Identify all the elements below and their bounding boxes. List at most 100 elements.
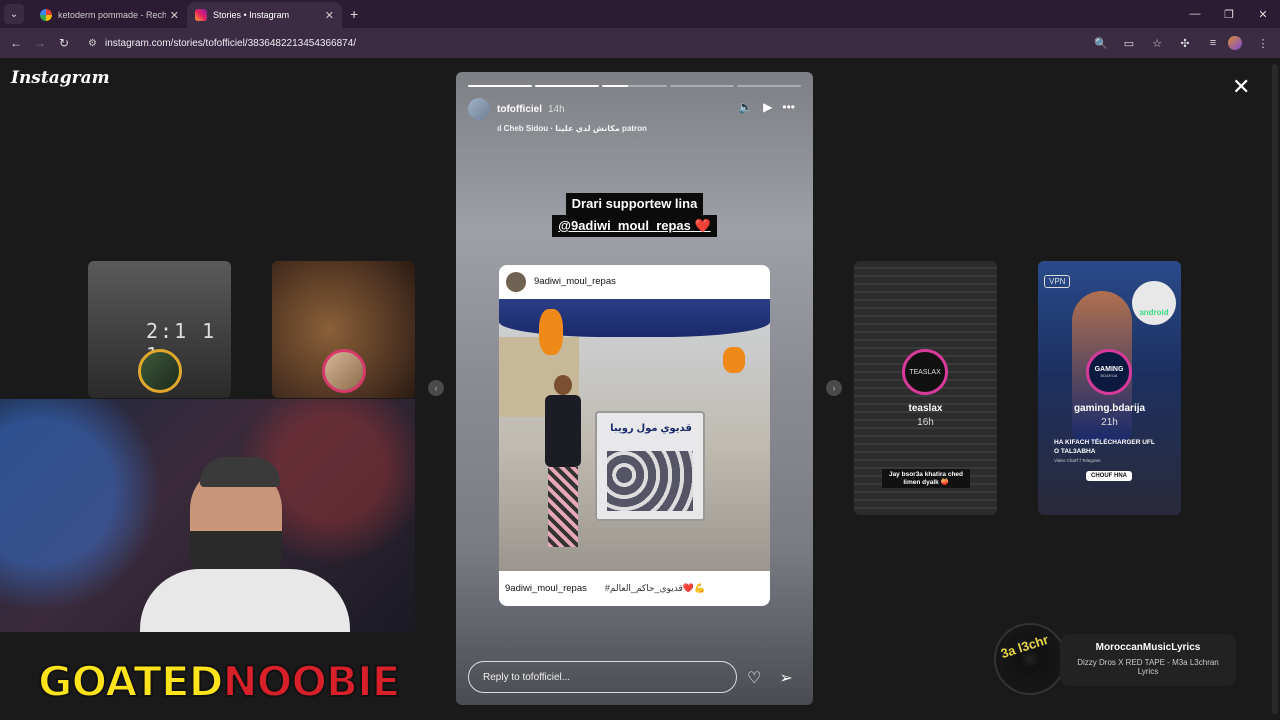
next-story-arrow-icon[interactable]: ›	[826, 380, 842, 396]
person	[545, 375, 581, 565]
close-window-icon[interactable]: ✕	[1246, 8, 1280, 21]
shared-post[interactable]: 9adiwi_moul_repas قديوي مول رويبا 9adiwi…	[499, 265, 770, 606]
now-playing-channel: MoroccanMusicLyrics	[1095, 642, 1201, 653]
minimize-icon[interactable]: —	[1178, 8, 1212, 20]
story-actions: ♡ ➢	[747, 668, 793, 688]
post-footer-username: 9adiwi_moul_repas	[505, 583, 587, 594]
zoom-icon[interactable]: 🔍	[1090, 37, 1112, 50]
chouf-hna-button: CHOUF HNA	[1086, 471, 1132, 481]
story-music[interactable]: ıl Cheb Sidou · مكانش لدي علينا patron	[497, 124, 647, 133]
scrollbar[interactable]	[1272, 64, 1278, 714]
window-controls: — ❐ ✕	[1178, 0, 1280, 28]
cart-plates	[607, 451, 693, 511]
album-disc: 3a l3chr	[994, 623, 1066, 695]
promo-line-3: Video Chat'f f Telegram	[1054, 458, 1101, 463]
tab-title: Stories • Instagram	[213, 10, 290, 20]
story-avatar: TEASLAX	[902, 349, 948, 395]
story-thumbnail-next-2[interactable]: VPN android GAMING BDARIJA gaming.bdarij…	[1038, 261, 1181, 515]
instagram-icon	[195, 9, 207, 21]
new-tab-button[interactable]: +	[350, 6, 358, 22]
post-author-avatar	[506, 271, 526, 292]
sticker-line-1: Drari supportew lina	[565, 193, 704, 215]
streamer-logo: GOATEDNOOBIE	[37, 657, 402, 707]
site-info-icon[interactable]: ⚙	[88, 38, 97, 49]
progress-segment	[468, 85, 533, 87]
media-controls-icon[interactable]: ≡	[1202, 37, 1224, 49]
disc-text: 3a l3chr	[998, 631, 1051, 662]
post-header: 9adiwi_moul_repas	[499, 265, 770, 298]
story-username[interactable]: tofofficiel	[497, 104, 542, 115]
music-bars-icon: ıl	[497, 124, 504, 133]
streamer-webcam	[0, 399, 415, 632]
sticker-mention[interactable]: @9adiwi_moul_repas ❤️	[552, 215, 717, 237]
close-tab-icon[interactable]: ✕	[325, 9, 334, 22]
thumbnail-time: 16h	[917, 417, 934, 428]
story-author-avatar[interactable]	[468, 98, 490, 120]
like-heart-icon[interactable]: ♡	[747, 668, 761, 688]
progress-segment	[535, 85, 600, 87]
progress-segment	[736, 85, 802, 87]
promo-line-2: O TAL3ABHA	[1054, 448, 1096, 455]
toolbar-actions: 🔍 ▭ ☆ ✣ ≡ ⋮	[1084, 28, 1274, 58]
address-bar[interactable]: ⚙ instagram.com/stories/tofofficiel/3836…	[82, 32, 362, 54]
oranges	[723, 347, 745, 373]
now-playing-widget: 3a l3chr MoroccanMusicLyrics Dizzy Dros …	[994, 620, 1240, 695]
active-story[interactable]: tofofficiel 14h ıl Cheb Sidou · مكانش لد…	[456, 72, 813, 705]
share-send-icon[interactable]: ➢	[779, 668, 792, 688]
back-icon[interactable]: ←	[4, 36, 28, 50]
tab-instagram-stories[interactable]: Stories • Instagram ✕	[187, 2, 342, 28]
thumbnail-caption: Jay bsor3a khatira ched limen dyalk 🍑	[882, 469, 970, 488]
now-playing-title: Dizzy Dros X RED TAPE - M3a L3chran Lyri…	[1077, 658, 1219, 676]
close-icon[interactable]: ✕	[1232, 74, 1250, 100]
streamer-logo-part1: GOATED	[37, 657, 224, 707]
progress-segment	[669, 85, 734, 87]
extensions-icon[interactable]: ✣	[1174, 37, 1196, 50]
thumbnail-username: teaslax	[908, 403, 943, 414]
progress-segment-current	[602, 85, 667, 87]
cast-icon[interactable]: ▭	[1118, 37, 1140, 50]
post-footer: 9adiwi_moul_repas #قديوي_حاكم_العالم❤️💪	[499, 571, 770, 606]
reply-input[interactable]: Reply to tofofficiel...	[468, 661, 737, 693]
forward-icon[interactable]: →	[28, 36, 52, 50]
cap	[200, 457, 280, 487]
story-thumbnail-prev-1[interactable]	[272, 261, 415, 398]
streamer-logo-part2: NOOBIE	[222, 657, 402, 707]
story-avatar	[138, 349, 182, 393]
post-caption: #قديوي_حاكم_العالم❤️💪	[604, 583, 706, 593]
shirt	[140, 569, 350, 632]
tab-list-button[interactable]: ⌄	[4, 4, 24, 24]
thumbnail-username: gaming.bdarija	[1073, 403, 1146, 414]
oranges	[539, 309, 563, 355]
story-controls: 🔈 ▶ •••	[738, 100, 795, 114]
android-badge: android	[1132, 281, 1176, 325]
story-time: 14h	[548, 103, 565, 115]
url-text: instagram.com/stories/tofofficiel/383648…	[104, 37, 357, 49]
google-icon	[40, 9, 52, 21]
tab-title: ketoderm pommade - Recherche	[58, 10, 166, 20]
text-sticker: Drari supportew lina @9adiwi_moul_repas …	[536, 193, 733, 237]
profile-avatar[interactable]	[1228, 36, 1242, 50]
story-thumbnail-next-1[interactable]: TEASLAX teaslax 16h Jay bsor3a khatira c…	[854, 261, 997, 515]
volume-icon[interactable]: 🔈	[738, 100, 753, 114]
post-photo: قديوي مول رويبا	[499, 299, 770, 571]
post-username: 9adiwi_moul_repas	[534, 276, 616, 287]
browser-tab-bar: ⌄ ketoderm pommade - Recherche ✕ Stories…	[0, 0, 1280, 28]
chevron-down-icon: ⌄	[9, 8, 19, 20]
close-tab-icon[interactable]: ✕	[170, 9, 179, 22]
prev-story-arrow-icon[interactable]: ‹	[428, 380, 444, 396]
reload-icon[interactable]: ↻	[52, 36, 76, 50]
restore-icon[interactable]: ❐	[1212, 8, 1246, 21]
more-options-icon[interactable]: •••	[782, 100, 795, 114]
menu-kebab-icon[interactable]: ⋮	[1252, 37, 1274, 50]
promo-line-1: HA KIFACH TÉLÉCHARGER UFL	[1054, 439, 1155, 446]
browser-toolbar: ← → ↻ ⚙ instagram.com/stories/tofofficie…	[0, 28, 1280, 58]
story-thumbnail-prev-2[interactable]: 2:1 1 1	[88, 261, 231, 398]
tab-google-search[interactable]: ketoderm pommade - Recherche ✕	[32, 2, 187, 28]
play-icon[interactable]: ▶	[763, 100, 772, 114]
bookmark-star-icon[interactable]: ☆	[1146, 37, 1168, 50]
instagram-logo[interactable]: Instagram	[11, 68, 110, 88]
story-avatar	[322, 349, 366, 393]
vpn-badge: VPN	[1044, 275, 1071, 288]
story-progress	[468, 85, 802, 87]
story-avatar: GAMING BDARIJA	[1086, 349, 1132, 395]
